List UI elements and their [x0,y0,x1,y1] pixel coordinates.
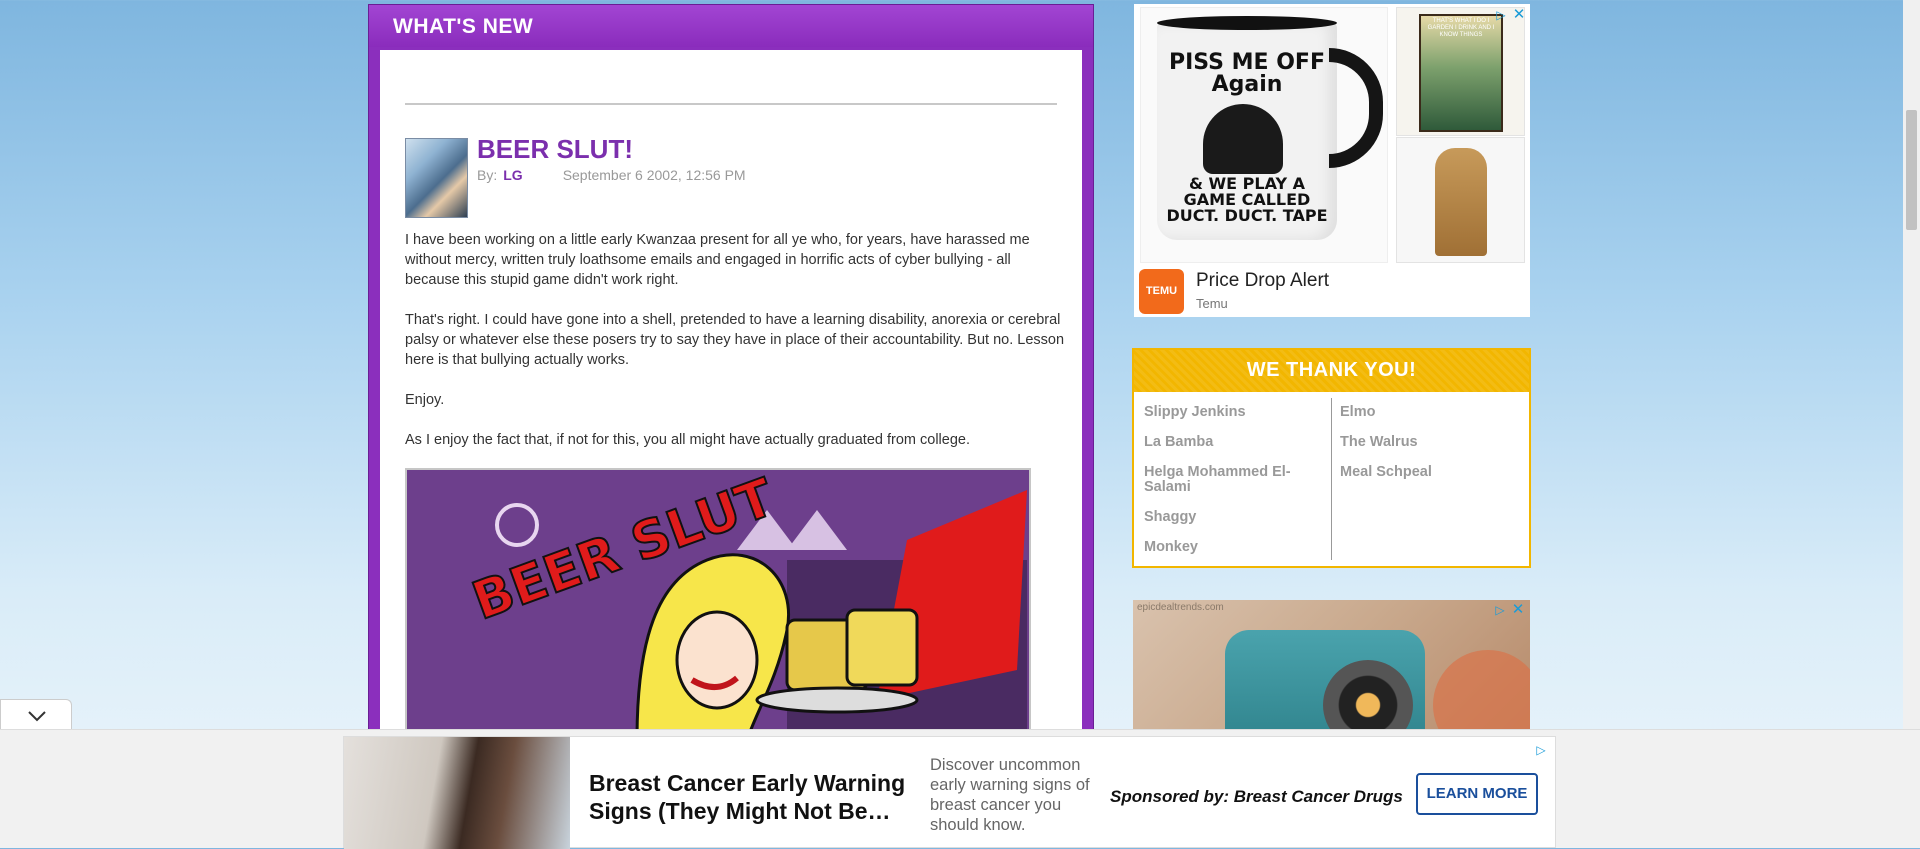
thanks-item: Helga Mohammed El-Salami [1144,464,1291,495]
breast-cancer-ad[interactable]: Breast Cancer Early Warning Signs (They … [343,736,1556,849]
by-label: By: [477,167,498,183]
scrollbar-thumb[interactable] [1906,110,1917,230]
temu-ad[interactable]: PISS ME OFF Again & WE PLAY A GAME CALLE… [1134,4,1530,317]
background-ball [1433,650,1530,730]
post-paragraph: I have been working on a little early Kw… [405,232,1030,288]
thanks-column-left: Slippy Jenkins La Bamba Helga Mohammed E… [1144,405,1319,570]
mug-text-top: PISS ME OFF Again [1168,50,1325,97]
close-icon[interactable]: ✕ [1511,602,1525,617]
sign-text: THAT'S WHAT I DO I GARDEN I DRINK AND I … [1427,18,1495,38]
cat-illustration [1203,104,1283,174]
ad-brand: Temu [1196,296,1228,311]
adchoices-icon[interactable]: ▷ [1493,603,1507,617]
author-avatar[interactable] [405,138,468,218]
thank-you-box: WE THANK YOU! Slippy Jenkins La Bamba He… [1132,348,1531,568]
thanks-item: Slippy Jenkins [1144,404,1246,420]
thank-you-header: WE THANK YOU! [1134,350,1529,392]
whats-new-header: WHAT'S NEW [369,5,1093,47]
ad-headline[interactable]: Breast Cancer Early Warning Signs (They … [589,769,909,825]
cloak-product-image[interactable] [1396,137,1525,263]
author-link[interactable]: LG [503,167,522,183]
mug-text-bottom: & WE PLAY A GAME CALLED DUCT. DUCT. TAPE [1166,174,1328,225]
divider [405,103,1057,105]
whats-new-panel: WHAT'S NEW BEER SLUT! By: LG September 6 2… [368,4,1094,738]
ad-sponsor: Sponsored by: Breast Cancer Drugs [1110,787,1403,806]
mug-product-image[interactable]: PISS ME OFF Again & WE PLAY A GAME CALLE… [1140,7,1388,263]
adchoices-icon[interactable]: ▷ [1534,743,1548,757]
sign-artwork: THAT'S WHAT I DO I GARDEN I DRINK AND I … [1419,14,1503,132]
post-paragraph: Enjoy. [405,392,445,408]
post-paragraph: That's right. I could have gone into a s… [405,312,1065,368]
cloak-artwork [1435,148,1487,256]
ad-photo[interactable] [344,737,570,849]
thanks-item: La Bamba [1144,434,1214,450]
temu-logo: TEMU [1139,269,1184,314]
mug-rim [1157,16,1337,30]
post-paragraph: As I enjoy the fact that, if not for thi… [405,432,970,448]
collapse-ad-button[interactable] [0,699,72,729]
thanks-item: Monkey [1144,539,1198,555]
learn-more-button[interactable]: LEARN MORE [1416,773,1538,815]
ad-description: Discover uncommon early warning signs of… [930,756,1090,834]
page-scrollbar[interactable] [1903,0,1920,729]
post-image[interactable]: BEER SLUT [405,468,1031,738]
post-body: I have been working on a little early Kw… [405,230,1065,470]
thanks-item: Shaggy [1144,509,1197,525]
thanks-item: Meal Schpeal [1340,464,1432,480]
thanks-column-right: Elmo The Walrus Meal Schpeal [1340,405,1515,495]
close-icon[interactable]: ✕ [1512,7,1526,22]
post-date: September 6 2002, 12:56 PM [562,167,746,183]
sign-product-image[interactable]: THAT'S WHAT I DO I GARDEN I DRINK AND I … [1396,7,1525,136]
chevron-down-icon [28,711,46,722]
post-title[interactable]: BEER SLUT! [477,134,633,165]
column-divider [1331,398,1332,560]
camera-ad[interactable]: epicdealtrends.com ▷ ✕ [1133,600,1530,730]
sticky-ad-bar: Breast Cancer Early Warning Signs (They … [0,729,1920,849]
thanks-item: The Walrus [1340,434,1418,450]
post-container: BEER SLUT! By: LG September 6 2002, 12:56 … [380,50,1082,738]
ad-source: epicdealtrends.com [1137,602,1224,613]
beer-slut-illustration: BEER SLUT [407,470,1029,736]
mug-handle [1329,48,1383,168]
post-byline: By: LG September 6 2002, 12:56 PM [477,167,746,183]
thanks-item: Elmo [1340,404,1376,420]
adchoices-icon[interactable]: ▷ [1494,8,1508,22]
ad-title[interactable]: Price Drop Alert [1196,270,1329,292]
